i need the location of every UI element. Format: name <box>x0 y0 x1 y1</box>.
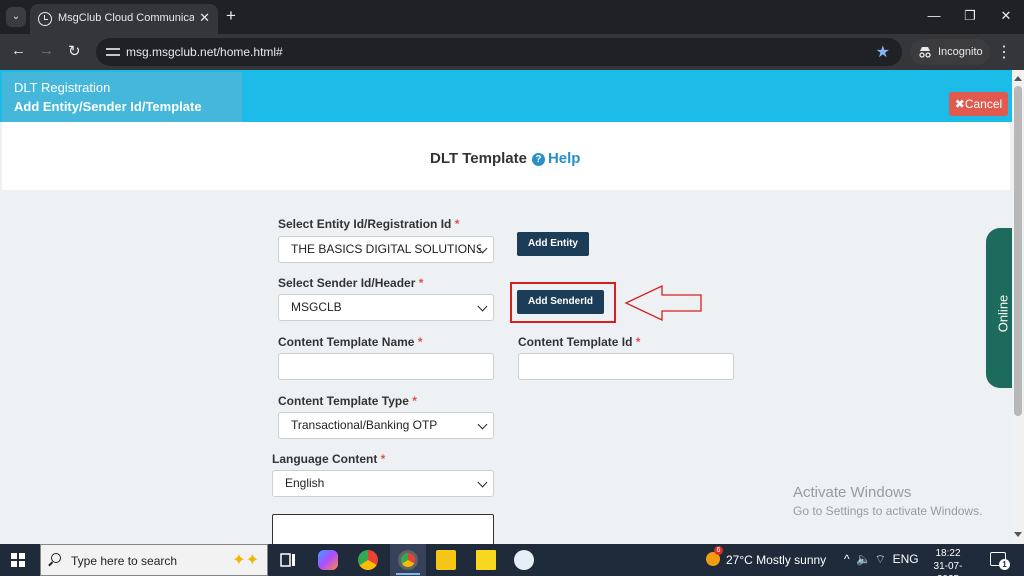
minimize-button[interactable]: — <box>916 0 952 34</box>
help-link[interactable]: Help <box>548 150 581 167</box>
browser-toolbar: ← → ↻ msg.msgclub.net/home.html# ★ Incog… <box>0 34 1024 70</box>
tab-close-icon[interactable]: ✕ <box>199 10 210 26</box>
browser-tab[interactable]: MsgClub Cloud Communication ✕ <box>30 4 218 34</box>
new-tab-button[interactable]: + <box>226 6 236 26</box>
header-subtitle: Add Entity/Sender Id/Template <box>14 99 202 114</box>
window-controls: — ❐ ✕ <box>916 0 1024 34</box>
sun-icon: 6 <box>706 546 723 566</box>
template-type-select[interactable]: Transactional/Banking OTP <box>278 412 494 439</box>
help-icon[interactable]: ? <box>531 153 545 166</box>
entity-label: Select Entity Id/Registration Id * <box>278 217 460 231</box>
clock-favicon-icon <box>38 12 52 26</box>
windows-start-icon[interactable] <box>11 553 25 567</box>
taskbar-search-placeholder: Type here to search <box>71 554 178 568</box>
page-title: DLT Template <box>430 150 527 167</box>
weather-text: 27°C Mostly sunny <box>726 553 827 567</box>
scroll-thumb[interactable] <box>1014 86 1022 416</box>
weather-widget[interactable]: 6 27°C Mostly sunny <box>706 546 827 567</box>
template-name-input[interactable] <box>278 353 494 380</box>
chrome-icon[interactable] <box>358 550 378 570</box>
add-sender-id-button[interactable]: Add SenderId <box>517 290 604 314</box>
paint-icon[interactable] <box>514 550 534 570</box>
entity-select[interactable]: THE BASICS DIGITAL SOLUTIONS P <box>278 236 494 263</box>
back-button[interactable]: ← <box>11 42 26 59</box>
sparkle-icon: ✦✦ <box>232 552 259 569</box>
page-header: DLT Registration Add Entity/Sender Id/Te… <box>0 70 1012 122</box>
speaker-icon[interactable]: 🔈 <box>856 552 871 566</box>
template-id-input[interactable] <box>518 353 734 380</box>
header-title: DLT Registration <box>14 80 111 95</box>
sender-label: Select Sender Id/Header * <box>278 276 424 290</box>
header-title-box: DLT Registration Add Entity/Sender Id/Te… <box>2 72 242 122</box>
scroll-down-icon[interactable] <box>1014 532 1022 537</box>
cancel-button[interactable]: ✖Cancel <box>949 92 1008 116</box>
url-text[interactable]: msg.msgclub.net/home.html# <box>126 45 283 59</box>
form-title-card: DLT Template? Help <box>2 122 1010 190</box>
tab-search-dropdown[interactable]: ⌄ <box>6 7 26 27</box>
browser-menu-icon[interactable]: ⋮ <box>996 42 1012 62</box>
incognito-indicator[interactable]: Incognito <box>910 39 990 65</box>
template-id-label: Content Template Id * <box>518 335 641 349</box>
page-content: DLT Registration Add Entity/Sender Id/Te… <box>0 70 1024 544</box>
activate-windows-watermark: Activate Windows Go to Settings to activ… <box>793 484 983 518</box>
file-explorer-icon[interactable] <box>436 550 456 570</box>
restore-button[interactable]: ❐ <box>952 0 988 34</box>
scroll-up-icon[interactable] <box>1014 76 1022 81</box>
incognito-icon <box>919 47 931 58</box>
browser-tab-bar: ⌄ MsgClub Cloud Communication ✕ + — ❐ ✕ <box>0 0 1024 34</box>
chrome-incognito-icon[interactable] <box>398 550 418 570</box>
input-language[interactable]: ENG <box>893 552 919 566</box>
windows-taskbar: Type here to search ✦✦ 6 27°C Mostly sunn… <box>0 544 1024 576</box>
active-app-underline <box>396 573 420 575</box>
sender-select[interactable]: MSGCLB <box>278 294 494 321</box>
search-icon <box>51 553 61 563</box>
chevron-down-icon: ⌄ <box>11 11 21 22</box>
forward-button[interactable]: → <box>39 42 54 59</box>
language-select[interactable]: English <box>272 470 494 497</box>
template-type-label: Content Template Type * <box>278 394 417 408</box>
system-clock[interactable]: 18:22 31-07-2025 <box>928 547 968 576</box>
task-view-icon[interactable] <box>278 550 298 570</box>
sticky-notes-icon[interactable] <box>476 550 496 570</box>
window-close-button[interactable]: ✕ <box>988 0 1024 34</box>
reload-button[interactable]: ↻ <box>68 42 81 60</box>
chevron-down-icon <box>477 477 488 488</box>
add-entity-button[interactable]: Add Entity <box>517 232 589 256</box>
clock-date: 31-07-2025 <box>933 561 963 576</box>
chevron-up-icon[interactable]: ^ <box>844 552 850 566</box>
address-bar[interactable]: msg.msgclub.net/home.html# ★ <box>96 38 902 66</box>
profile-label: Incognito <box>938 46 983 58</box>
template-name-label: Content Template Name * <box>278 335 423 349</box>
weather-badge: 6 <box>714 546 723 555</box>
wifi-icon[interactable]: ⌔ <box>875 552 886 566</box>
page-scrollbar[interactable] <box>1012 70 1024 544</box>
online-label: Online <box>995 294 1011 333</box>
clock-time: 18:22 <box>935 548 961 559</box>
site-settings-icon[interactable] <box>106 45 120 59</box>
bookmark-star-icon[interactable]: ★ <box>876 42 890 62</box>
content-textarea[interactable] <box>272 514 494 544</box>
language-label: Language Content * <box>272 452 386 466</box>
taskbar-search[interactable]: Type here to search ✦✦ <box>40 544 268 576</box>
pointer-arrow-icon <box>624 284 702 322</box>
copilot-icon[interactable] <box>318 550 338 570</box>
system-tray: ^ 🔈 ⌔ ENG <box>844 552 919 567</box>
tab-title: MsgClub Cloud Communication <box>58 12 194 24</box>
notification-count: 1 <box>999 559 1010 570</box>
